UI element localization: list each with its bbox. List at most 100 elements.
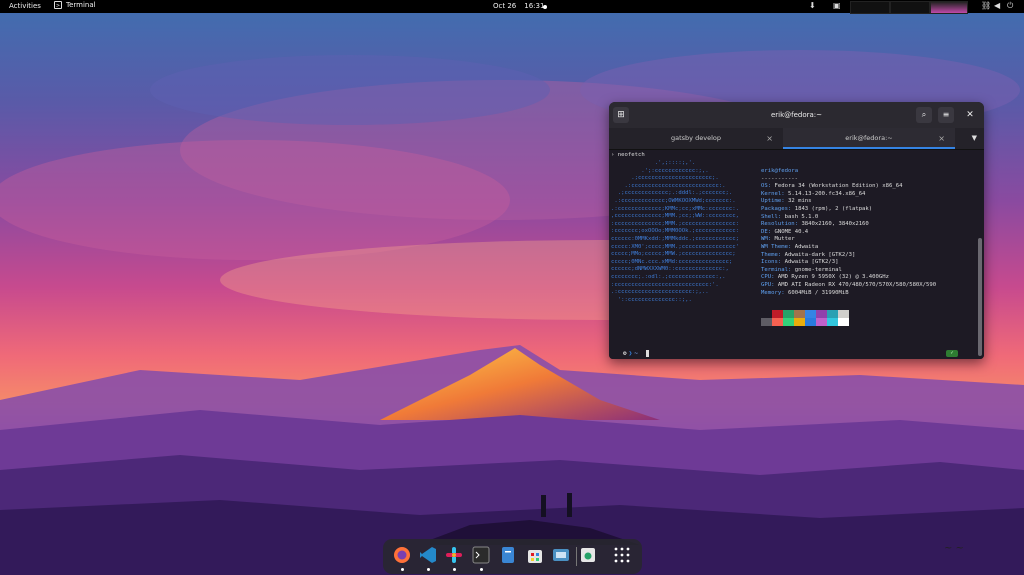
tab-label: erik@fedora:~ xyxy=(845,134,893,142)
info-value: Adwaita-dark [GTK2/3] xyxy=(784,251,856,258)
info-row: Icons: Adwaita [GTK2/3] xyxy=(761,259,839,266)
info-row: OS: Fedora 34 (Workstation Edition) x86_… xyxy=(761,183,903,190)
top-bar: Activities > Terminal Oct 26 16:31 ⬇ ▣ ⛓… xyxy=(0,0,1024,14)
vscode-icon[interactable] xyxy=(419,546,437,564)
info-row: WM Theme: Adwaita xyxy=(761,243,819,250)
terminal-window[interactable]: ⊞ erik@fedora:~ ⌕ ≡ ✕ gatsby develop × e… xyxy=(609,102,984,359)
info-rows: OS: Fedora 34 (Workstation Edition) x86_… xyxy=(761,183,936,297)
palette-swatch xyxy=(805,310,816,318)
info-label: OS xyxy=(761,183,768,190)
app-grid-icon[interactable] xyxy=(613,546,631,564)
info-row: DE: GNOME 40.4 xyxy=(761,228,809,235)
info-value: Fedora 34 (Workstation Edition) x86_64 xyxy=(774,183,903,190)
network-icon[interactable]: ⛓ xyxy=(981,1,991,10)
terminal-headerbar[interactable]: ⊞ erik@fedora:~ ⌕ ≡ ✕ xyxy=(609,102,984,128)
fedora-prompt-icon: ⚙ xyxy=(623,350,627,357)
window-thumbnail[interactable] xyxy=(850,1,890,14)
info-label: WM Theme xyxy=(761,243,788,250)
software-icon[interactable] xyxy=(526,546,544,564)
info-label: Uptime xyxy=(761,198,782,205)
fedora-ascii-logo: .',;::::;,'. .';:cccccccccccc:;,. .;cccc… xyxy=(611,160,739,304)
tab-close-icon[interactable]: × xyxy=(766,128,773,149)
info-value: 32 mins xyxy=(787,198,812,205)
window-thumbnail[interactable] xyxy=(890,1,930,14)
info-value: gnome-terminal xyxy=(794,266,842,273)
screen-share-icon[interactable]: ▣ xyxy=(833,1,841,10)
info-label: DE xyxy=(761,228,768,235)
running-indicator xyxy=(480,568,483,571)
palette-swatch xyxy=(794,310,805,318)
app-menu[interactable]: > Terminal xyxy=(54,1,96,9)
firefox-icon[interactable] xyxy=(393,546,411,564)
running-indicator xyxy=(401,568,404,571)
tab-gatsby-develop[interactable]: gatsby develop × xyxy=(609,128,783,149)
user-host: erik@fedora xyxy=(761,168,799,174)
logo-line: cccccc;dNMWXXXWM0::cccccccccccccc:, xyxy=(611,266,729,273)
logo-line: ccccc;MMo;ccccc;MMW.;ccccccccccccccc; xyxy=(611,251,736,258)
palette-swatch xyxy=(772,318,783,326)
command-text: neofetch xyxy=(617,152,645,158)
info-row: GPU: AMD ATI Radeon RX 470/480/570/570X/… xyxy=(761,281,937,288)
logo-line: .:ccccccccccccc;OWMKOOXMWd;ccccccc:. xyxy=(611,197,736,204)
info-row: CPU: AMD Ryzen 9 5950X (32) @ 3.400GHz xyxy=(761,274,889,281)
close-button[interactable]: ✕ xyxy=(962,107,978,123)
screenshot-icon[interactable] xyxy=(552,546,570,564)
palette-swatch xyxy=(816,310,827,318)
volume-icon[interactable]: ◀ xyxy=(994,1,1000,10)
logo-line: ,cccccccccccccc;MMM.;cc;;WW::cccccccc, xyxy=(611,213,739,220)
info-row: Packages: 1843 (rpm), 2 (flatpak) xyxy=(761,205,873,212)
window-thumbnail[interactable] xyxy=(930,1,968,14)
power-icon[interactable]: ⏻ xyxy=(1007,1,1013,11)
logo-line: :cccccccccccccc;MMM.;cccccccccccccccc: xyxy=(611,220,739,227)
artist-signature: ~ ~ xyxy=(944,543,964,554)
info-row: Kernel: 5.14.13-200.fc34.x86_64 xyxy=(761,190,866,197)
info-value: 1843 (rpm), 2 (flatpak) xyxy=(794,205,873,212)
tab-erik-fedora[interactable]: erik@fedora:~ × xyxy=(783,128,955,149)
info-row: Memory: 6004MiB / 31990MiB xyxy=(761,289,849,296)
download-icon[interactable]: ⬇ xyxy=(809,1,816,10)
logo-line: .:cccccccccccccccccccccccccc:. xyxy=(611,182,726,189)
files-icon[interactable] xyxy=(499,546,517,564)
activities-button[interactable]: Activities xyxy=(9,2,41,10)
palette-swatch xyxy=(827,318,838,326)
info-value: AMD Ryzen 9 5950X (32) @ 3.400GHz xyxy=(777,274,889,281)
terminal-output[interactable]: › neofetch .',;::::;,'. .';:cccccccccccc… xyxy=(609,150,984,359)
shell-prompt: ⚙ ❯ ~ xyxy=(623,350,649,357)
recycle-icon[interactable] xyxy=(579,546,597,564)
search-button[interactable]: ⌕ xyxy=(916,107,932,123)
clock[interactable]: Oct 26 16:31 xyxy=(493,2,544,10)
palette-swatch xyxy=(772,310,783,318)
logo-line: .',;::::;,'. xyxy=(611,160,696,166)
info-separator: ----------- xyxy=(761,175,799,182)
palette-swatch xyxy=(794,318,805,326)
prompt-arrow-icon: ❯ xyxy=(628,350,633,357)
palette-row xyxy=(761,310,849,318)
logo-line: .;ccccccccccccc;.:dddl:.;ccccccc;. xyxy=(611,190,733,197)
tab-menu-arrow-icon[interactable]: ▼ xyxy=(972,128,977,149)
running-indicator xyxy=(427,568,430,571)
system-info: erik@fedora ----------- OS: Fedora 34 (W… xyxy=(761,168,936,297)
info-row: Terminal: gnome-terminal xyxy=(761,266,842,273)
color-palette xyxy=(761,310,849,326)
menu-button[interactable]: ≡ xyxy=(938,107,954,123)
running-indicator xyxy=(453,568,456,571)
info-value: 3840x2160, 3840x2160 xyxy=(801,221,869,228)
logo-line: cccccccc;.:odl:.;cccccccccccccc:,. xyxy=(611,273,726,280)
notification-indicator xyxy=(543,5,547,9)
info-label: Icons xyxy=(761,259,778,266)
palette-swatch xyxy=(838,310,849,318)
slack-icon[interactable] xyxy=(445,546,463,564)
logo-line: '::cccccccccccccc::;,. xyxy=(611,296,692,303)
logo-line: .:ccccccccccccc;KMMc;cc;xMMc:ccccccc:. xyxy=(611,205,739,212)
info-row: Theme: Adwaita-dark [GTK2/3] xyxy=(761,251,856,258)
host-name: fedora xyxy=(777,168,799,174)
info-value: Adwaita xyxy=(794,243,819,250)
logo-line: cccccc:0MMKxdd:;MMMkddc.;cccccccccccc; xyxy=(611,235,739,242)
logo-line: ccccc;0MNc.ccc.xMMd:ccccccccccccccc; xyxy=(611,258,733,265)
tab-close-icon[interactable]: × xyxy=(938,128,945,149)
close-icon: ✕ xyxy=(966,110,974,120)
dock-separator xyxy=(576,547,577,566)
terminal-icon[interactable] xyxy=(472,546,490,564)
logo-line: .;cccccccccccccccccccccc;. xyxy=(611,175,719,182)
scrollbar[interactable] xyxy=(978,238,982,356)
